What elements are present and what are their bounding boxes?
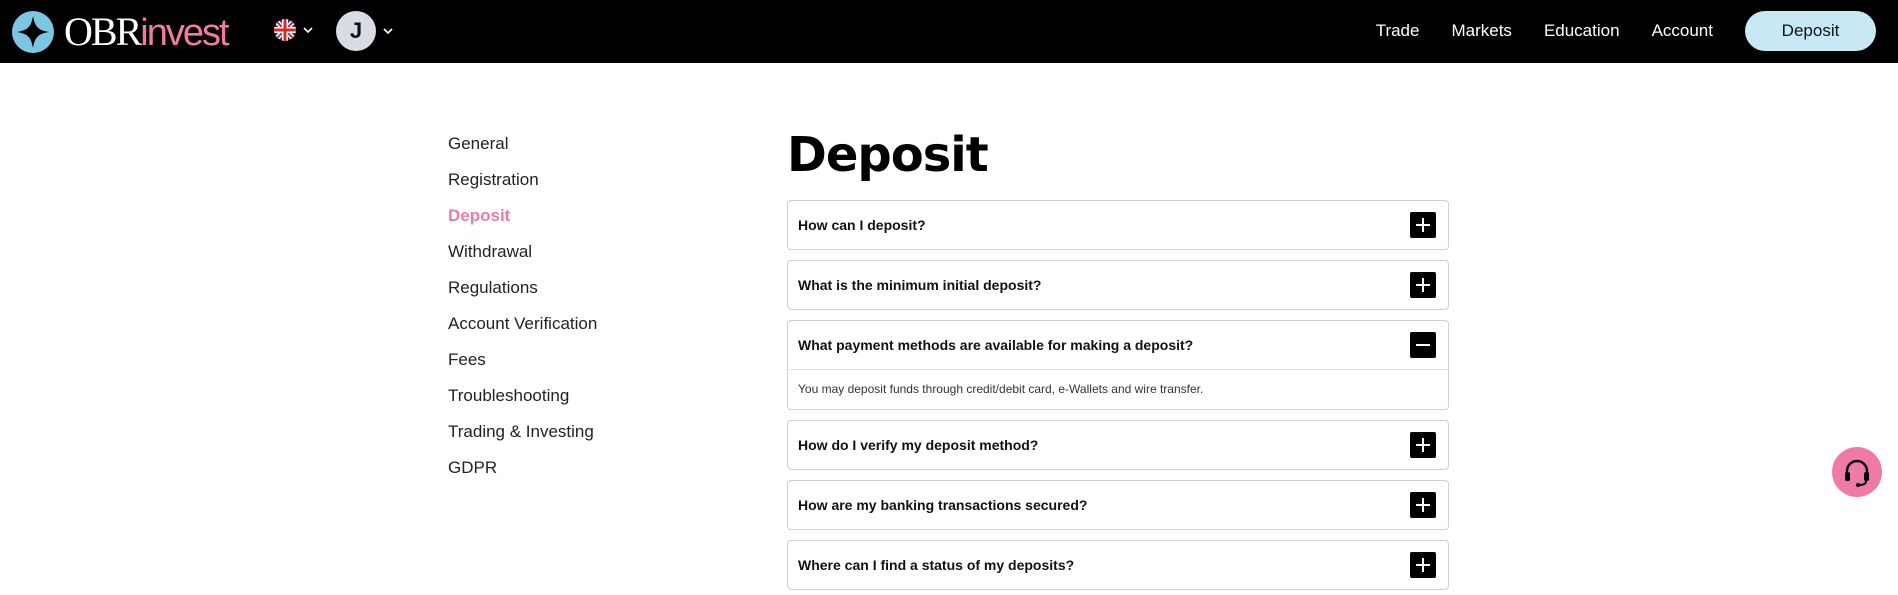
top-navigation-bar: OBRinvest J Trade Markets Education Acco… xyxy=(0,0,1898,63)
plus-icon[interactable] xyxy=(1410,272,1436,298)
faq-question: What is the minimum initial deposit? xyxy=(798,277,1042,293)
plus-icon[interactable] xyxy=(1410,212,1436,238)
nav-account[interactable]: Account xyxy=(1652,21,1713,41)
faq-item: What is the minimum initial deposit? xyxy=(787,260,1449,310)
faq-question-header[interactable]: How are my banking transactions secured? xyxy=(788,481,1448,529)
sidebar-item-deposit[interactable]: Deposit xyxy=(448,204,597,240)
plus-icon[interactable] xyxy=(1410,552,1436,578)
obrinvest-logo[interactable]: OBRinvest xyxy=(12,9,230,54)
faq-question: How can I deposit? xyxy=(798,217,926,233)
faq-question: What payment methods are available for m… xyxy=(798,337,1194,353)
sidebar-item-troubleshooting[interactable]: Troubleshooting xyxy=(448,384,597,420)
faq-question-header[interactable]: How can I deposit? xyxy=(788,201,1448,249)
sidebar-item-gdpr[interactable]: GDPR xyxy=(448,456,597,492)
logo-wordmark: OBRinvest xyxy=(64,9,230,54)
faq-main-content: Deposit How can I deposit? What is the m… xyxy=(787,126,1449,595)
sidebar-item-withdrawal[interactable]: Withdrawal xyxy=(448,240,597,276)
sidebar-item-registration[interactable]: Registration xyxy=(448,168,597,204)
faq-question: How are my banking transactions secured? xyxy=(798,497,1088,513)
nav-education[interactable]: Education xyxy=(1544,21,1620,41)
headset-icon xyxy=(1845,459,1869,487)
language-selector[interactable] xyxy=(274,19,314,41)
faq-question: How do I verify my deposit method? xyxy=(798,437,1039,453)
faq-item: Where can I find a status of my deposits… xyxy=(787,540,1449,590)
faq-question-header[interactable]: Where can I find a status of my deposits… xyxy=(788,541,1448,589)
user-menu[interactable]: J xyxy=(336,11,394,51)
sidebar-item-account-verification[interactable]: Account Verification xyxy=(448,312,597,348)
main-nav: Trade Markets Education Account Deposit xyxy=(1376,11,1876,51)
faq-question: Where can I find a status of my deposits… xyxy=(798,557,1075,573)
nav-trade[interactable]: Trade xyxy=(1376,21,1420,41)
faq-item-expanded: What payment methods are available for m… xyxy=(787,320,1449,410)
uk-flag-icon xyxy=(274,19,296,41)
faq-question-header[interactable]: What is the minimum initial deposit? xyxy=(788,261,1448,309)
nav-markets[interactable]: Markets xyxy=(1451,21,1511,41)
deposit-button[interactable]: Deposit xyxy=(1745,11,1876,51)
sidebar-item-regulations[interactable]: Regulations xyxy=(448,276,597,312)
page-title: Deposit xyxy=(787,127,989,183)
faq-item: How can I deposit? xyxy=(787,200,1449,250)
faq-item: How are my banking transactions secured? xyxy=(787,480,1449,530)
avatar: J xyxy=(336,11,376,51)
faq-question-header[interactable]: How do I verify my deposit method? xyxy=(788,421,1448,469)
sidebar-item-fees[interactable]: Fees xyxy=(448,348,597,384)
faq-category-sidebar: General Registration Deposit Withdrawal … xyxy=(448,132,597,492)
faq-question-header[interactable]: What payment methods are available for m… xyxy=(788,321,1448,369)
chevron-down-icon xyxy=(303,27,313,34)
sidebar-item-trading-investing[interactable]: Trading & Investing xyxy=(448,420,597,456)
chevron-down-icon xyxy=(383,28,393,35)
faq-item: How do I verify my deposit method? xyxy=(787,420,1449,470)
plus-icon[interactable] xyxy=(1410,432,1436,458)
support-chat-button[interactable] xyxy=(1832,447,1882,497)
faq-answer: You may deposit funds through credit/deb… xyxy=(788,369,1448,409)
plus-icon[interactable] xyxy=(1410,492,1436,518)
sidebar-item-general[interactable]: General xyxy=(448,132,597,168)
logo-star-icon xyxy=(12,11,54,53)
minus-icon[interactable] xyxy=(1410,332,1436,358)
